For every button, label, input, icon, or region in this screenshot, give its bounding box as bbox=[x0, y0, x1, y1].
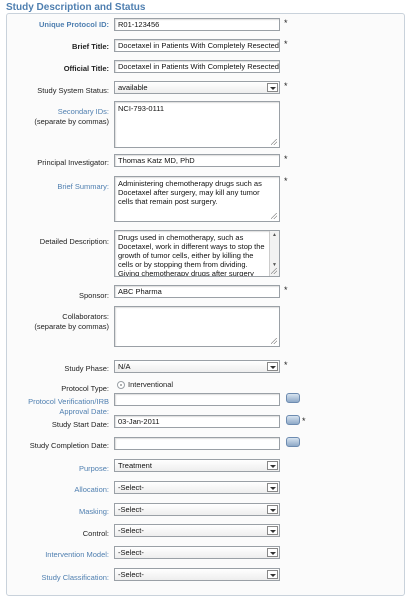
resize-grip-icon[interactable] bbox=[271, 268, 277, 274]
purpose-select[interactable]: Treatment bbox=[114, 459, 280, 472]
brief-title-label: Brief Title: bbox=[72, 42, 109, 51]
detailed-description-value: Drugs used in chemotherapy, such as Doce… bbox=[118, 233, 265, 277]
required-marker: * bbox=[284, 81, 288, 91]
secondary-ids-label-text: Secondary IDs: bbox=[57, 107, 109, 116]
protocol-type-radio[interactable] bbox=[117, 381, 125, 389]
page-title: Study Description and Status bbox=[6, 2, 146, 13]
intervention-model-select[interactable]: -Select- bbox=[114, 546, 280, 559]
study-classification-value: -Select- bbox=[118, 570, 144, 579]
secondary-ids-label[interactable]: Secondary IDs: (separate by commas) bbox=[34, 107, 109, 127]
allocation-label[interactable]: Allocation: bbox=[74, 485, 109, 495]
protocol-verification-label[interactable]: Protocol Verification/IRB Approval Date: bbox=[28, 397, 109, 417]
study-completion-date-label: Study Completion Date: bbox=[29, 441, 109, 450]
purpose-label[interactable]: Purpose: bbox=[79, 464, 109, 474]
study-phase-value: N/A bbox=[118, 362, 131, 371]
protocol-type-value: Interventional bbox=[128, 380, 174, 389]
required-marker: * bbox=[284, 154, 288, 164]
chevron-down-icon[interactable] bbox=[267, 526, 278, 535]
intervention-model-value: -Select- bbox=[118, 548, 144, 557]
scroll-up-icon[interactable]: ▲ bbox=[271, 232, 278, 238]
collaborators-label: Collaborators: (separate by commas) bbox=[34, 312, 109, 332]
study-system-status-select[interactable]: available bbox=[114, 81, 280, 94]
required-marker: * bbox=[284, 285, 288, 295]
required-marker: * bbox=[284, 18, 288, 28]
study-classification-label[interactable]: Study Classification: bbox=[41, 573, 109, 583]
collaborators-label-text: Collaborators: bbox=[62, 312, 109, 321]
official-title-input[interactable]: Docetaxel in Patients With Completely Re… bbox=[114, 60, 280, 73]
study-completion-date-input[interactable] bbox=[114, 437, 280, 450]
purpose-value: Treatment bbox=[118, 461, 152, 470]
required-marker: * bbox=[284, 39, 288, 49]
intervention-model-label[interactable]: Intervention Model: bbox=[45, 550, 109, 560]
protocol-verification-label-text: Protocol Verification/IRB bbox=[28, 397, 109, 406]
required-marker: * bbox=[284, 176, 288, 186]
chevron-down-icon[interactable] bbox=[267, 461, 278, 470]
study-start-date-label: Study Start Date: bbox=[51, 420, 109, 429]
collaborators-textarea[interactable] bbox=[114, 306, 280, 347]
secondary-ids-textarea[interactable]: NCI-793-0111 bbox=[114, 101, 280, 148]
study-phase-select[interactable]: N/A bbox=[114, 360, 280, 373]
brief-summary-value: Administering chemotherapy drugs such as… bbox=[118, 179, 262, 206]
principal-investigator-input[interactable]: Thomas Katz MD, PhD bbox=[114, 154, 280, 167]
secondary-ids-hint: (separate by commas) bbox=[34, 117, 109, 126]
resize-grip-icon[interactable] bbox=[271, 139, 277, 145]
control-value: -Select- bbox=[118, 526, 144, 535]
allocation-value: -Select- bbox=[118, 483, 144, 492]
protocol-verification-label-sub: Approval Date: bbox=[59, 407, 109, 416]
principal-investigator-label: Principal Investigator: bbox=[37, 158, 109, 167]
allocation-select[interactable]: -Select- bbox=[114, 481, 280, 494]
chevron-down-icon[interactable] bbox=[267, 548, 278, 557]
collaborators-hint: (separate by commas) bbox=[34, 322, 109, 331]
chevron-down-icon[interactable] bbox=[267, 483, 278, 492]
unique-protocol-id-input[interactable]: R01-123456 bbox=[114, 18, 280, 31]
resize-grip-icon[interactable] bbox=[271, 213, 277, 219]
chevron-down-icon[interactable] bbox=[267, 362, 278, 371]
detailed-description-label: Detailed Description: bbox=[39, 237, 109, 246]
sponsor-input[interactable]: ABC Pharma bbox=[114, 285, 280, 298]
unique-protocol-id-label[interactable]: Unique Protocol ID: bbox=[39, 20, 109, 30]
detailed-description-textarea[interactable]: Drugs used in chemotherapy, such as Doce… bbox=[114, 230, 280, 277]
control-label: Control: bbox=[82, 529, 109, 538]
study-system-status-label: Study System Status: bbox=[37, 86, 109, 95]
official-title-label: Official Title: bbox=[63, 64, 109, 73]
study-phase-label: Study Phase: bbox=[64, 364, 109, 373]
chevron-down-icon[interactable] bbox=[267, 83, 278, 92]
chevron-down-icon[interactable] bbox=[267, 505, 278, 514]
brief-summary-label[interactable]: Brief Summary: bbox=[57, 182, 109, 192]
protocol-verification-date-input[interactable] bbox=[114, 393, 280, 406]
study-classification-select[interactable]: -Select- bbox=[114, 568, 280, 581]
sponsor-label: Sponsor: bbox=[78, 291, 109, 300]
required-marker: * bbox=[284, 360, 288, 370]
chevron-down-icon[interactable] bbox=[267, 570, 278, 579]
masking-select[interactable]: -Select- bbox=[114, 503, 280, 516]
study-start-date-input[interactable]: 03-Jan-2011 bbox=[114, 415, 280, 428]
secondary-ids-value: NCI-793-0111 bbox=[118, 104, 164, 113]
protocol-type-label: Protocol Type: bbox=[61, 384, 109, 393]
masking-value: -Select- bbox=[118, 505, 144, 514]
calendar-icon[interactable] bbox=[286, 415, 300, 425]
brief-summary-textarea[interactable]: Administering chemotherapy drugs such as… bbox=[114, 176, 280, 222]
masking-label[interactable]: Masking: bbox=[79, 507, 109, 517]
study-system-status-value: available bbox=[118, 83, 148, 92]
calendar-icon[interactable] bbox=[286, 437, 300, 447]
brief-title-input[interactable]: Docetaxel in Patients With Completely Re… bbox=[114, 39, 280, 52]
resize-grip-icon[interactable] bbox=[271, 338, 277, 344]
control-select[interactable]: -Select- bbox=[114, 524, 280, 537]
calendar-icon[interactable] bbox=[286, 393, 300, 403]
required-marker: * bbox=[302, 416, 306, 426]
